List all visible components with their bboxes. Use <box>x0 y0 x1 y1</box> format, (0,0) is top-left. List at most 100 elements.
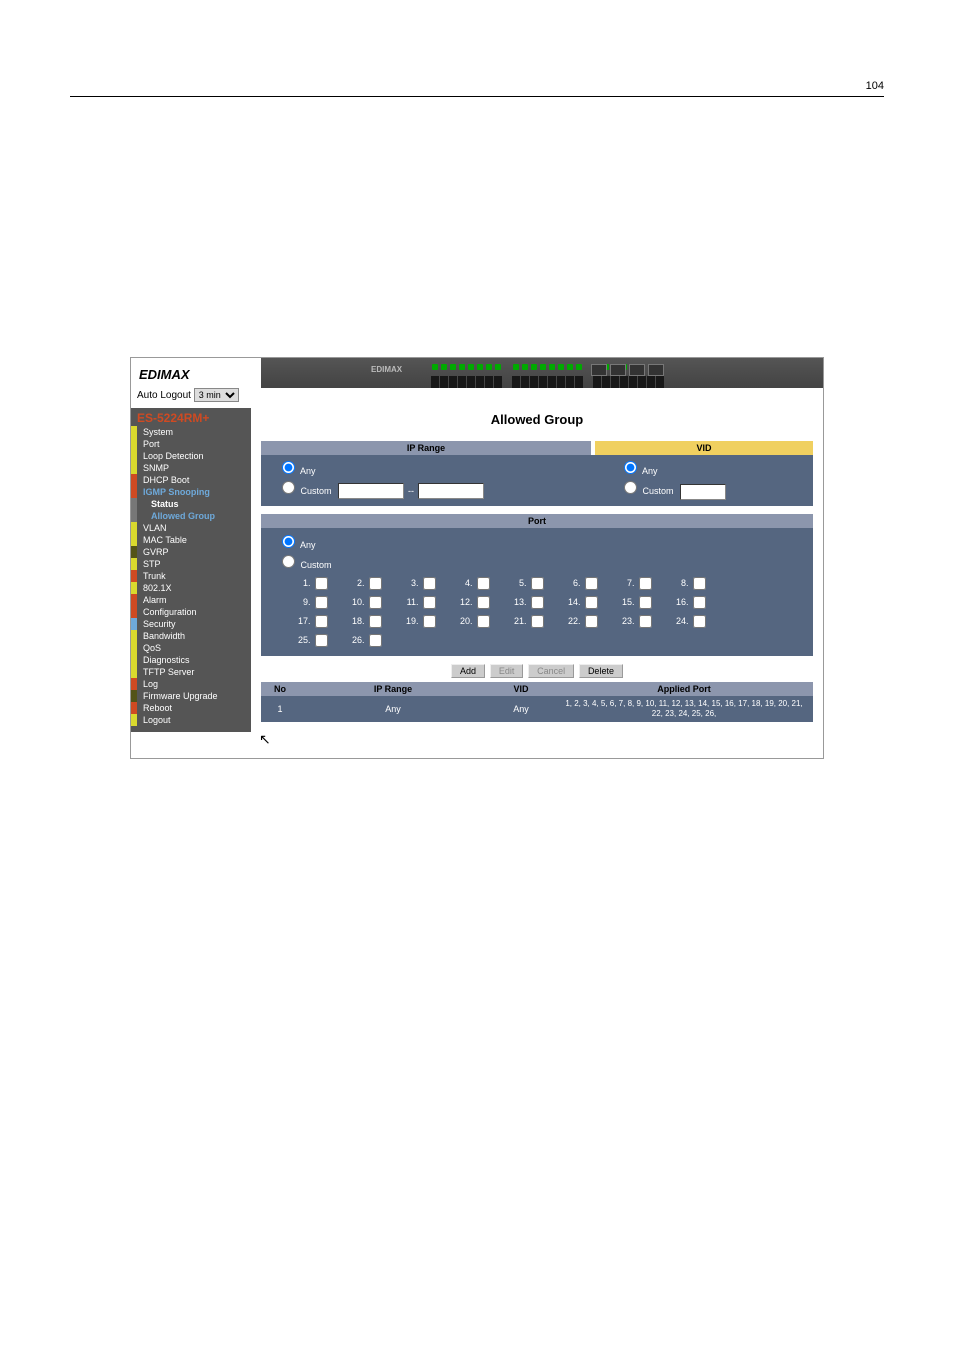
port-checkbox-20[interactable]: 20. <box>439 612 493 631</box>
port-checkbox-4[interactable]: 4. <box>439 574 493 593</box>
vid-any-radio[interactable] <box>624 461 637 474</box>
table-row[interactable]: 1AnyAny1, 2, 3, 4, 5, 6, 7, 8, 9, 10, 11… <box>261 696 813 722</box>
nav-item-trunk[interactable]: Trunk <box>131 570 251 582</box>
th-ip: IP Range <box>299 682 487 696</box>
port-checkbox-26[interactable]: 26. <box>331 631 385 650</box>
nav-sub-allowed[interactable]: Allowed Group <box>131 510 251 522</box>
ip-any-radio[interactable] <box>282 461 295 474</box>
nav-item-loop[interactable]: Loop Detection <box>131 450 251 462</box>
ip-to-input[interactable] <box>418 483 484 499</box>
device-banner: EDIMAX <box>261 358 823 388</box>
port-checkbox-1[interactable]: 1. <box>277 574 331 593</box>
page-number: 104 <box>70 80 884 97</box>
vid-custom-input[interactable] <box>680 484 726 500</box>
port-any-label: Any <box>300 540 316 550</box>
main: EDIMAX Allowed Group IP Range VID Any <box>261 358 823 758</box>
logo: EDIMAX <box>131 358 251 388</box>
nav-item-igmp[interactable]: IGMP Snooping <box>131 486 251 498</box>
ip-range-header: IP Range <box>261 441 591 455</box>
port-any-radio[interactable] <box>282 535 295 548</box>
port-checkbox-17[interactable]: 17. <box>277 612 331 631</box>
nav-item-snmp[interactable]: SNMP <box>131 462 251 474</box>
port-checkbox-14[interactable]: 14. <box>547 593 601 612</box>
banner-logo: EDIMAX <box>371 365 402 374</box>
port-checkbox-12[interactable]: 12. <box>439 593 493 612</box>
range-headers: IP Range VID <box>261 441 813 455</box>
ip-any-option[interactable]: Any <box>277 458 607 478</box>
ip-any-label: Any <box>300 466 316 476</box>
nav-item-log[interactable]: Log <box>131 678 251 690</box>
auto-logout: Auto Logout 3 min <box>131 388 251 408</box>
th-vid: VID <box>487 682 555 696</box>
nav-title: ES-5224RM+ <box>131 410 251 426</box>
port-grid: 1. 2. 3. 4. 5. 6. 7. 8. 9. 10. 11. 12. 1… <box>277 574 803 650</box>
port-checkbox-2[interactable]: 2. <box>331 574 385 593</box>
vid-header: VID <box>595 441 813 455</box>
vid-any-option[interactable]: Any <box>619 458 813 478</box>
port-checkbox-15[interactable]: 15. <box>601 593 655 612</box>
nav-item-8021x[interactable]: 802.1X <box>131 582 251 594</box>
nav-item-firmware[interactable]: Firmware Upgrade <box>131 690 251 702</box>
nav-item-qos[interactable]: QoS <box>131 642 251 654</box>
port-checkbox-11[interactable]: 11. <box>385 593 439 612</box>
device-frame: EDIMAX Auto Logout 3 min ES-5224RM+ Syst… <box>130 357 824 759</box>
nav-item-reboot[interactable]: Reboot <box>131 702 251 714</box>
vid-any-label: Any <box>642 466 658 476</box>
th-no: No <box>261 682 299 696</box>
vid-custom-radio[interactable] <box>624 481 637 494</box>
nav-item-gvrp[interactable]: GVRP <box>131 546 251 558</box>
port-checkbox-10[interactable]: 10. <box>331 593 385 612</box>
sidebar: EDIMAX Auto Logout 3 min ES-5224RM+ Syst… <box>131 358 251 732</box>
nav-item-system[interactable]: System <box>131 426 251 438</box>
nav-sub-status[interactable]: Status <box>131 498 251 510</box>
ip-range-options: Any Custom -- <box>261 458 607 500</box>
nav-item-tftp[interactable]: TFTP Server <box>131 666 251 678</box>
ip-custom-option[interactable]: Custom -- <box>277 478 607 499</box>
port-checkbox-9[interactable]: 9. <box>277 593 331 612</box>
auto-logout-select[interactable]: 3 min <box>194 388 239 402</box>
nav-item-security[interactable]: Security <box>131 618 251 630</box>
port-checkbox-8[interactable]: 8. <box>655 574 709 593</box>
ip-from-input[interactable] <box>338 483 404 499</box>
port-custom-label: Custom <box>301 560 332 570</box>
nav-item-diagnostics[interactable]: Diagnostics <box>131 654 251 666</box>
port-checkbox-21[interactable]: 21. <box>493 612 547 631</box>
edit-button: Edit <box>490 664 524 678</box>
nav-item-bandwidth[interactable]: Bandwidth <box>131 630 251 642</box>
ip-custom-radio[interactable] <box>282 481 295 494</box>
nav: ES-5224RM+ System Port Loop Detection SN… <box>131 408 251 732</box>
nav-item-mac[interactable]: MAC Table <box>131 534 251 546</box>
port-checkbox-5[interactable]: 5. <box>493 574 547 593</box>
vid-custom-option[interactable]: Custom <box>619 478 813 500</box>
port-any-option[interactable]: Any <box>277 532 803 552</box>
port-checkbox-18[interactable]: 18. <box>331 612 385 631</box>
port-checkbox-3[interactable]: 3. <box>385 574 439 593</box>
vid-custom-label: Custom <box>643 486 674 496</box>
port-checkbox-19[interactable]: 19. <box>385 612 439 631</box>
nav-item-config[interactable]: Configuration <box>131 606 251 618</box>
port-checkbox-24[interactable]: 24. <box>655 612 709 631</box>
add-button[interactable]: Add <box>451 664 485 678</box>
content-area: Allowed Group IP Range VID Any Custom -- <box>261 388 823 722</box>
nav-item-dhcp[interactable]: DHCP Boot <box>131 474 251 486</box>
port-checkbox-22[interactable]: 22. <box>547 612 601 631</box>
port-checkbox-7[interactable]: 7. <box>601 574 655 593</box>
delete-button[interactable]: Delete <box>579 664 623 678</box>
group-table: No IP Range VID Applied Port 1AnyAny1, 2… <box>261 682 813 722</box>
port-custom-radio[interactable] <box>282 555 295 568</box>
port-checkbox-25[interactable]: 25. <box>277 631 331 650</box>
nav-item-vlan[interactable]: VLAN <box>131 522 251 534</box>
nav-item-alarm[interactable]: Alarm <box>131 594 251 606</box>
logo-text: EDIMAX <box>139 367 190 382</box>
page-title: Allowed Group <box>261 412 813 427</box>
vid-options: Any Custom <box>611 458 813 500</box>
ip-dash: -- <box>406 484 416 498</box>
nav-item-stp[interactable]: STP <box>131 558 251 570</box>
port-custom-option[interactable]: Custom <box>277 552 803 572</box>
port-checkbox-13[interactable]: 13. <box>493 593 547 612</box>
port-checkbox-6[interactable]: 6. <box>547 574 601 593</box>
port-checkbox-16[interactable]: 16. <box>655 593 709 612</box>
nav-item-logout[interactable]: Logout <box>131 714 251 726</box>
port-checkbox-23[interactable]: 23. <box>601 612 655 631</box>
nav-item-port[interactable]: Port <box>131 438 251 450</box>
